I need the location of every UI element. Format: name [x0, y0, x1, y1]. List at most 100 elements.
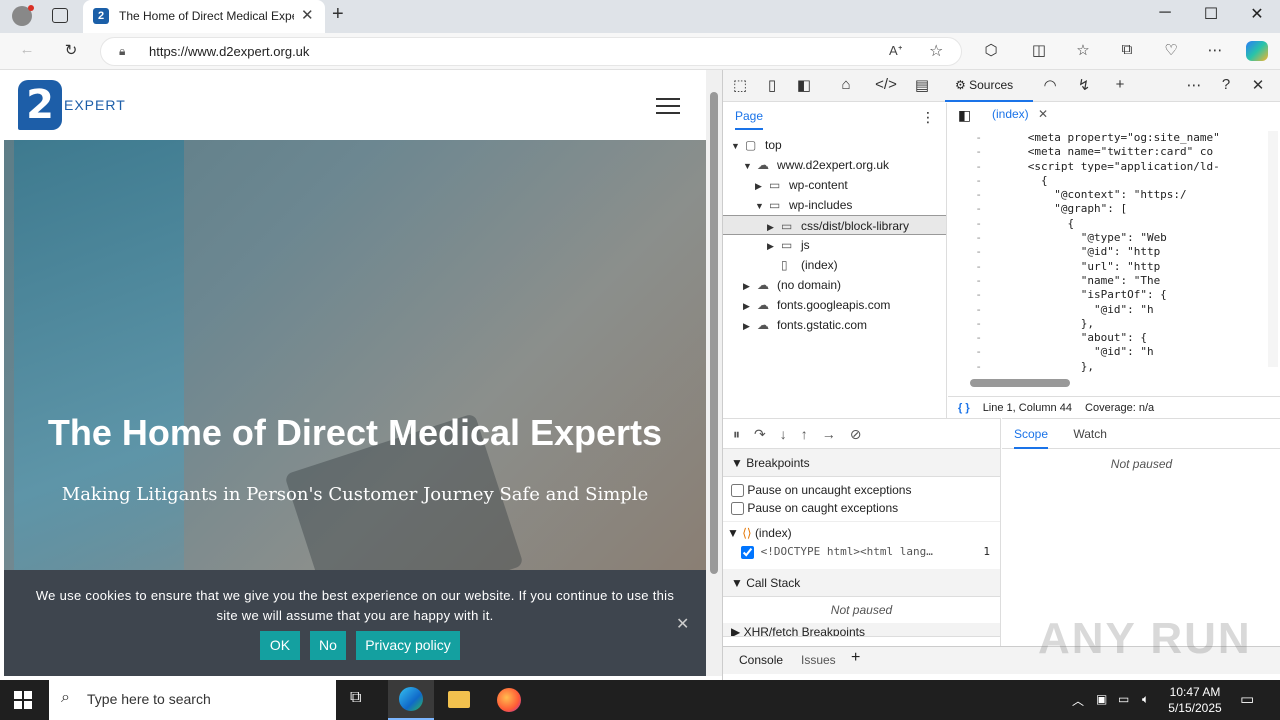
line-gutter-marker[interactable]: - [948, 260, 988, 274]
deactivate-breakpoints-icon[interactable]: ⊘ [850, 426, 876, 442]
tree-item[interactable]: ▼ ▭ wp-includes [723, 195, 946, 215]
lock-icon[interactable]: 🔒︎ [119, 44, 125, 59]
code-line[interactable]: - { [948, 217, 1280, 231]
line-gutter-marker[interactable]: - [948, 345, 988, 359]
pretty-print-icon[interactable]: { } [958, 402, 970, 414]
line-gutter-marker[interactable]: - [948, 160, 988, 174]
tab-sources[interactable]: ⚙ Sources [945, 70, 1033, 102]
editor-tab-index[interactable]: (index) ✕ [992, 107, 1048, 121]
add-drawer-tab-icon[interactable]: + [851, 649, 860, 667]
line-gutter-marker[interactable]: - [948, 145, 988, 159]
back-arrow-icon[interactable]: ← [16, 41, 38, 58]
tray-app-icon[interactable]: ▣ [1096, 692, 1107, 706]
line-gutter-marker[interactable]: - [948, 374, 988, 375]
code-line[interactable]: - "url": "http [948, 260, 1280, 274]
code-line[interactable]: - "@type": "Web [948, 231, 1280, 245]
collections-icon[interactable]: ⧉ [1116, 41, 1138, 58]
editor-tab-close-icon[interactable]: ✕ [1038, 107, 1048, 121]
tree-expanded-arrow-icon[interactable]: ▼ [755, 196, 769, 216]
cookie-no-button[interactable]: No [310, 631, 346, 660]
tab-actions-icon[interactable] [52, 8, 68, 23]
tree-item[interactable]: ▶ ▭ wp-content [723, 175, 946, 195]
notification-center-icon[interactable]: ▭ [1240, 690, 1254, 708]
firefox-icon[interactable] [497, 688, 521, 712]
browser-tab-active[interactable]: 2 The Home of Direct Medical Experts ✕ [83, 0, 325, 33]
new-tab-button[interactable]: + [332, 3, 344, 26]
network-icon[interactable]: ◠ [1037, 76, 1063, 94]
line-gutter-marker[interactable]: - [948, 174, 988, 188]
line-gutter-marker[interactable]: - [948, 274, 988, 288]
line-gutter-marker[interactable]: - [948, 231, 988, 245]
pause-icon[interactable]: ⏸ [733, 426, 754, 442]
console-panel-icon[interactable]: ▤ [909, 76, 935, 94]
tab-watch[interactable]: Watch [1073, 427, 1107, 441]
hamburger-menu-icon[interactable] [656, 98, 680, 114]
code-line[interactable]: - "@id": "http [948, 245, 1280, 259]
line-gutter-marker[interactable]: - [948, 131, 988, 145]
line-gutter-marker[interactable]: - [948, 245, 988, 259]
minimize-button[interactable]: ─ [1150, 4, 1180, 22]
pause-caught-row[interactable]: Pause on caught exceptions [723, 499, 1000, 517]
breakpoint-checkbox[interactable] [741, 545, 754, 559]
split-screen-icon[interactable]: ◫ [1028, 41, 1050, 59]
xhr-breakpoints-header[interactable]: ▶ XHR/fetch Breakpoints [723, 623, 1000, 637]
copilot-icon[interactable] [1246, 41, 1268, 61]
tab-scope[interactable]: Scope [1014, 427, 1049, 449]
toggle-navigator-icon[interactable]: ◧ [958, 107, 971, 124]
step-over-icon[interactable]: ↷ [754, 426, 780, 442]
pause-uncaught-row[interactable]: Pause on uncaught exceptions [723, 481, 1000, 499]
cookie-ok-button[interactable]: OK [260, 631, 300, 660]
performance-icon[interactable]: ♡ [1160, 41, 1182, 59]
customize-menu-icon[interactable]: ⋯ [1181, 76, 1207, 94]
code-line[interactable]: - "isPartOf": { [948, 288, 1280, 302]
code-content[interactable]: - <meta property="og:site_name" - <meta n… [948, 131, 1280, 375]
code-line[interactable]: - "about": { [948, 331, 1280, 345]
line-gutter-marker[interactable]: - [948, 360, 988, 374]
code-line[interactable]: - "@id": "h [948, 345, 1280, 359]
line-gutter-marker[interactable]: - [948, 317, 988, 331]
refresh-icon[interactable]: ↻ [60, 41, 82, 59]
tree-item[interactable]: ▶ ☁ fonts.googleapis.com [723, 295, 946, 315]
line-gutter-marker[interactable]: - [948, 188, 988, 202]
tree-expanded-arrow-icon[interactable]: ▼ [731, 136, 745, 156]
tree-item[interactable]: ▶ ☁ fonts.gstatic.com [723, 315, 946, 335]
tree-collapsed-arrow-icon[interactable]: ▶ [743, 296, 757, 316]
tree-collapsed-arrow-icon[interactable]: ▶ [767, 217, 781, 237]
taskbar-search-box[interactable]: ⌕ Type here to search [49, 680, 336, 720]
pause-uncaught-checkbox[interactable] [731, 484, 744, 498]
line-gutter-marker[interactable]: - [948, 331, 988, 345]
breakpoint-entry[interactable]: <!DOCTYPE html><html lang… 1 [723, 543, 1000, 561]
code-line[interactable]: - "@context": "https:/ [948, 188, 1280, 202]
step-into-icon[interactable]: ↓ [780, 426, 801, 442]
code-line[interactable]: - <meta property="og:site_name" [948, 131, 1280, 145]
tree-item[interactable]: ▼ ▢ top [723, 135, 946, 155]
tab-page[interactable]: Page [735, 109, 764, 130]
performance-panel-icon[interactable]: ↯ [1071, 76, 1097, 94]
site-logo-mark[interactable]: 2 [18, 80, 62, 130]
tree-item[interactable]: ▼ ☁ www.d2expert.org.uk [723, 155, 946, 175]
tree-item[interactable]: ▶ ▭ js [723, 235, 946, 255]
tree-item[interactable]: ▶ ☁ (no domain) [723, 275, 946, 295]
extensions-icon[interactable]: ⬡ [980, 41, 1002, 59]
code-line[interactable]: - "@id": "h [948, 303, 1280, 317]
start-windows-icon[interactable] [14, 691, 32, 709]
tab-close-icon[interactable]: ✕ [301, 6, 314, 24]
devtools-close-icon[interactable]: ✕ [1245, 76, 1271, 94]
more-tools-icon[interactable]: + [1107, 76, 1133, 93]
pause-caught-checkbox[interactable] [731, 502, 744, 516]
help-icon[interactable]: ? [1213, 76, 1239, 93]
line-gutter-marker[interactable]: - [948, 202, 988, 216]
editor-hscrollbar[interactable] [970, 379, 1070, 387]
tree-collapsed-arrow-icon[interactable]: ▶ [743, 276, 757, 296]
tree-expanded-arrow-icon[interactable]: ▼ [743, 156, 757, 176]
step-out-icon[interactable]: ↑ [801, 426, 822, 442]
breakpoint-file-row[interactable]: ▼ ⟨⟩ (index) [723, 521, 1000, 543]
code-line[interactable]: - "@graph": [ [948, 202, 1280, 216]
welcome-home-icon[interactable]: ⌂ [833, 76, 859, 93]
code-line[interactable]: - }, [948, 317, 1280, 331]
cookie-privacy-button[interactable]: Privacy policy [356, 631, 460, 660]
code-line[interactable]: - <script type="application/ld- [948, 160, 1280, 174]
device-toolbar-icon[interactable]: ▯ [759, 76, 785, 94]
network-tray-icon[interactable]: ▭ [1118, 692, 1129, 706]
task-view-icon[interactable]: ⧉ [350, 689, 361, 707]
